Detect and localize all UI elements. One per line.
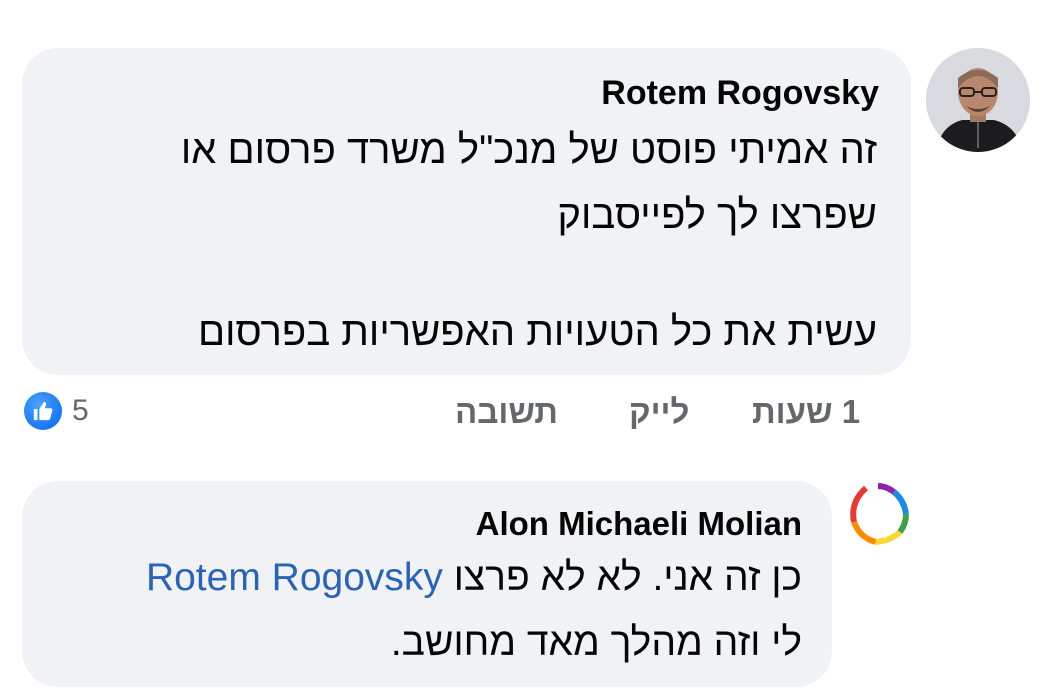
comment-bubble: Rotem Rogovsky זה אמיתי פוסט של מנכ"ל מש… bbox=[22, 48, 911, 375]
avatar-alon[interactable] bbox=[846, 482, 910, 546]
comment-author[interactable]: Alon Michaeli Molian bbox=[476, 505, 802, 543]
profile-photo-icon bbox=[926, 48, 1030, 152]
thumbs-up-icon bbox=[24, 392, 62, 430]
comment-timestamp[interactable]: 1 שעות bbox=[752, 393, 860, 431]
comment-text-line: כן זה אני. לא לא פרצו Rotem Rogovsky bbox=[146, 556, 802, 600]
comment-text-segment: כן זה אני. לא לא פרצו bbox=[453, 556, 802, 599]
comment-bubble: Alon Michaeli Molian כן זה אני. לא לא פר… bbox=[22, 481, 832, 687]
like-button[interactable]: לייק bbox=[629, 393, 689, 431]
comment-text-line: עשית את כל הטעויות האפשריות בפרסום bbox=[197, 310, 877, 354]
reaction-summary[interactable]: 5 bbox=[24, 392, 89, 430]
reaction-count: 5 bbox=[72, 394, 89, 427]
mention-link[interactable]: Rotem Rogovsky bbox=[146, 556, 443, 599]
comment-text-line: זה אמיתי פוסט של מנכ"ל משרד פרסום או bbox=[180, 128, 877, 172]
comment-author[interactable]: Rotem Rogovsky bbox=[601, 74, 879, 113]
rainbow-logo-icon bbox=[847, 483, 909, 545]
comment-text-line: לי וזה מהלך מאד מחושב. bbox=[390, 621, 802, 664]
reply-button[interactable]: תשובה bbox=[455, 393, 558, 431]
avatar-rotem[interactable] bbox=[926, 48, 1030, 152]
comment-text-line: שפרצו לך לפייסבוק bbox=[557, 193, 877, 237]
